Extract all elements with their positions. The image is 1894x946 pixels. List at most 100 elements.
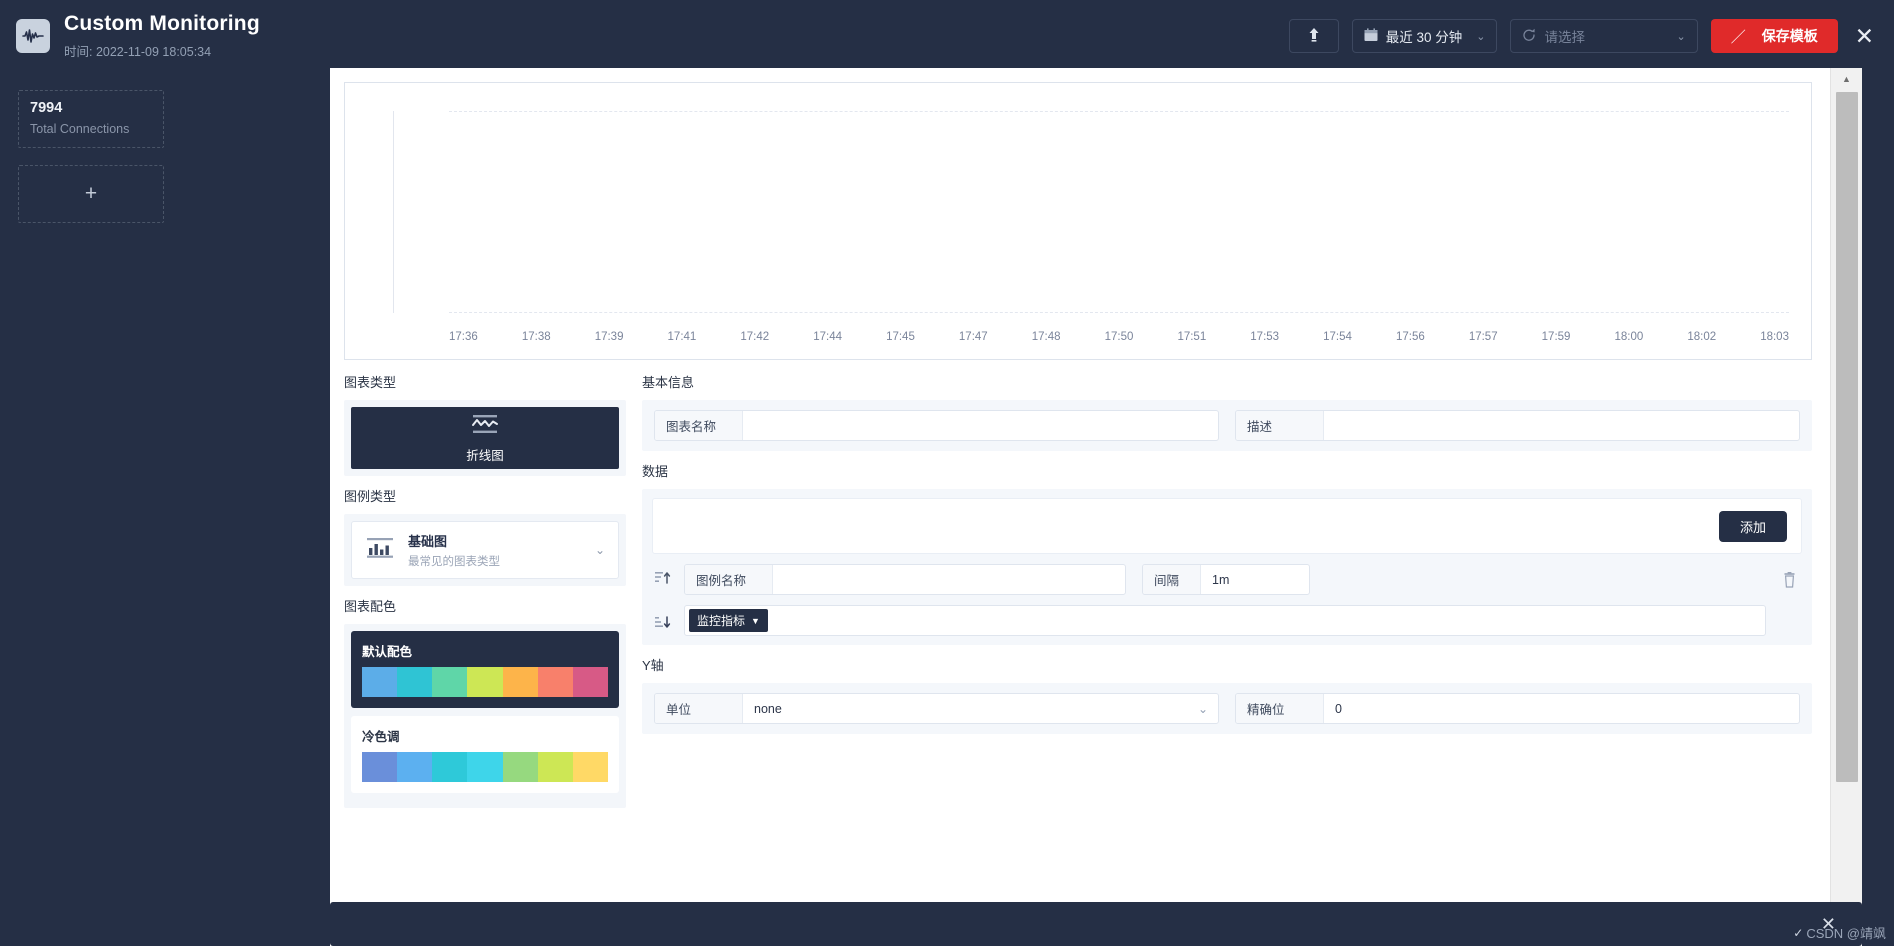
legend-name-label: 图例名称 [685, 565, 773, 594]
upload-icon [1307, 27, 1321, 46]
gridline-top [449, 111, 1789, 112]
scroll-up-button[interactable]: ▲ [1831, 68, 1862, 90]
palette-option-cool[interactable]: 冷色调 [351, 716, 619, 793]
swatch [432, 752, 468, 782]
x-tick: 17:44 [813, 331, 842, 343]
swatch [362, 752, 398, 782]
add-series-button[interactable]: 添加 [1718, 510, 1787, 542]
add-card-button[interactable]: + [18, 165, 164, 223]
x-tick: 17:48 [1031, 331, 1061, 343]
interval-label: 间隔 [1143, 565, 1201, 594]
swatch [432, 667, 468, 697]
header-timestamp: 时间: 2022-11-09 18:05:34 [64, 45, 212, 60]
precision-input[interactable]: 0 [1324, 694, 1799, 723]
metric-selector-row[interactable]: 监控指标 ▼ [684, 605, 1766, 636]
bottom-close-button[interactable]: ✕ [1821, 914, 1836, 935]
unit-value[interactable]: none [743, 694, 1198, 723]
delete-series-button[interactable] [1776, 564, 1802, 593]
x-tick: 17:56 [1395, 331, 1425, 343]
metric-tag-button[interactable]: 监控指标 ▼ [689, 609, 768, 632]
legend-name-field[interactable]: 图例名称 [684, 564, 1126, 595]
x-tick: 17:54 [1323, 331, 1352, 343]
swatch [572, 752, 608, 782]
left-sidebar: 7994 Total Connections + [0, 72, 330, 946]
chart-name-label: 图表名称 [655, 411, 743, 440]
sort-up-icon[interactable] [655, 571, 671, 588]
series-top-row: 图例名称 间隔 1m [684, 564, 1766, 595]
x-tick: 18:02 [1687, 331, 1717, 343]
editor-right-column: 基本信息 图表名称 描述 数据 添加 图例名称 间隔 1m 监控指标 ▼ Y轴 … [642, 372, 1812, 808]
swatch [572, 667, 608, 697]
chevron-down-icon: ▼ [751, 615, 760, 626]
sort-down-icon[interactable] [655, 616, 671, 633]
palette-option-default[interactable]: 默认配色 [351, 631, 619, 708]
vertical-scrollbar[interactable]: ▲ ▼ [1830, 68, 1862, 946]
save-template-label: 保存模板 [1761, 28, 1818, 44]
gridline-bottom [449, 312, 1789, 313]
bottom-spacer [642, 734, 1812, 804]
precision-field[interactable]: 精确位 0 [1235, 693, 1800, 724]
header-title-group: Custom Monitoring 时间: 2022-11-09 18:05:3… [64, 12, 260, 60]
line-chart-icon [470, 413, 500, 440]
x-tick: 17:45 [886, 331, 915, 343]
unit-field[interactable]: 单位 none ⌄ [654, 693, 1219, 724]
stat-card-total-connections[interactable]: 7994 Total Connections [18, 90, 164, 148]
swatch [537, 752, 573, 782]
editor-left-column: 图表类型 折线图 图例类型 基础图 最常见的图表类型 ⌄ 图表配色 默认配色 冷… [344, 372, 626, 808]
palette-swatches [362, 667, 608, 697]
interval-input[interactable]: 1m [1201, 565, 1309, 594]
chevron-down-icon: ⌄ [1676, 30, 1686, 43]
x-tick: 17:53 [1250, 331, 1280, 343]
interval-field[interactable]: 间隔 1m [1142, 564, 1310, 595]
legend-type-subtitle: 最常见的图表类型 [408, 556, 500, 568]
x-tick: 17:50 [1104, 331, 1134, 343]
legend-type-section-label: 图例类型 [344, 489, 397, 504]
stat-value: 7994 [30, 100, 63, 116]
editor-panel: 17:36 17:38 17:39 17:41 17:42 17:44 17:4… [330, 68, 1862, 946]
palette-options: 默认配色 冷色调 [344, 624, 626, 808]
chart-name-field[interactable]: 图表名称 [654, 410, 1219, 441]
legend-name-input[interactable] [773, 565, 1125, 594]
chevron-down-icon: ⌄ [594, 543, 605, 557]
editor-scroll-region: 17:36 17:38 17:39 17:41 17:42 17:44 17:4… [330, 68, 1830, 946]
editor-body: 图表类型 折线图 图例类型 基础图 最常见的图表类型 ⌄ 图表配色 默认配色 冷… [330, 360, 1830, 808]
chevron-down-icon: ⌄ [1476, 30, 1486, 43]
scrollbar-thumb[interactable] [1836, 92, 1858, 782]
swatch [467, 752, 503, 782]
data-add-bar: 添加 [652, 498, 1802, 554]
close-window-button[interactable]: ✕ [1851, 23, 1878, 50]
save-template-button[interactable]: ／ 保存模板 [1710, 19, 1838, 53]
chart-type-options: 折线图 [344, 400, 626, 476]
x-tick: 17:38 [521, 331, 551, 343]
chart-name-input[interactable] [743, 411, 1218, 440]
description-field[interactable]: 描述 [1235, 410, 1800, 441]
calendar-icon [1364, 27, 1378, 45]
y-axis-form: 单位 none ⌄ 精确位 0 [642, 683, 1812, 734]
x-tick: 17:36 [449, 331, 478, 343]
refresh-interval-selector[interactable]: 请选择 ⌄ [1510, 19, 1698, 53]
precision-label: 精确位 [1236, 694, 1324, 723]
x-tick: 18:00 [1614, 331, 1644, 343]
swatch [502, 752, 538, 782]
metric-tag-label: 监控指标 [697, 614, 746, 628]
palette-name: 默认配色 [362, 645, 413, 659]
chevron-down-icon: ⌄ [1197, 701, 1208, 716]
series-row: 图例名称 间隔 1m 监控指标 ▼ [652, 564, 1802, 636]
x-tick: 17:51 [1177, 331, 1207, 343]
swatch [397, 752, 433, 782]
upload-button[interactable] [1288, 19, 1339, 53]
palette-name: 冷色调 [362, 730, 400, 744]
legend-type-option-basic[interactable]: 基础图 最常见的图表类型 ⌄ [351, 521, 619, 579]
data-section-label: 数据 [642, 464, 669, 479]
time-range-selector[interactable]: 最近 30 分钟 ⌄ [1351, 19, 1498, 53]
unit-label: 单位 [655, 694, 743, 723]
series-fields: 图例名称 间隔 1m 监控指标 ▼ [684, 564, 1766, 636]
bar-chart-icon [365, 536, 395, 565]
refresh-placeholder: 请选择 [1544, 30, 1585, 45]
basic-info-row: 图表名称 描述 [654, 410, 1800, 441]
description-input[interactable] [1324, 411, 1799, 440]
chart-type-option-line[interactable]: 折线图 [351, 407, 619, 469]
chart-type-section-label: 图表类型 [344, 375, 397, 390]
swatch [502, 667, 538, 697]
chart-type-label: 折线图 [466, 448, 504, 463]
